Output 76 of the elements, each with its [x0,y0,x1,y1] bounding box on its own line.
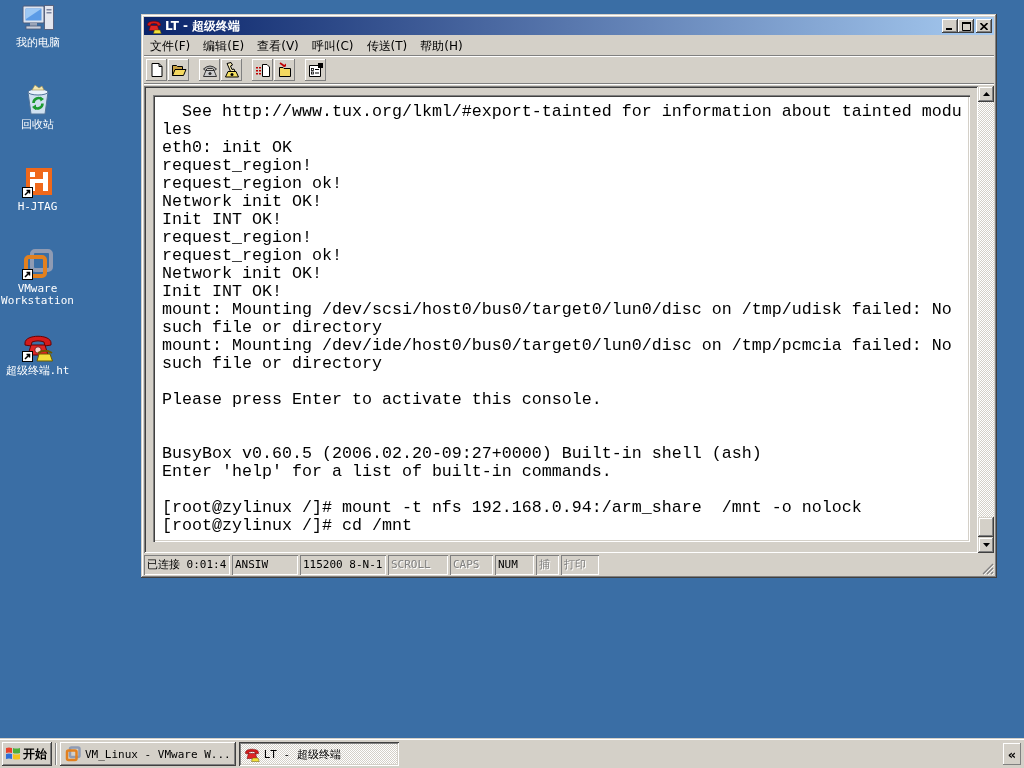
properties-button[interactable] [305,59,326,81]
taskbar-button[interactable]: VM_Linux - VMware W... [60,742,236,766]
status-panel: 捕 [536,555,559,575]
menu-item[interactable]: 呼叫(C) [311,38,354,54]
terminal-line: Network init OK! [162,193,323,211]
terminal-line: mount: Mounting /dev/scsi/host0/bus0/target0/lun0/disc on /tmp/udisk failed: No [162,301,953,319]
document-icon [254,62,271,78]
desktop-icon-label[interactable]: 我的电脑 [0,37,75,49]
menu-item[interactable]: 文件(F) [150,38,191,54]
scroll-up-button[interactable] [978,86,994,102]
resize-grip-icon[interactable] [982,563,994,575]
telephone-icon [201,62,218,78]
menu-item[interactable]: 查看(V) [257,38,299,54]
down-arrow-icon [982,543,990,547]
overlapping-squares-icon[interactable] [21,248,54,280]
terminal-line: such file or directory [162,355,383,373]
maximize-button[interactable] [958,19,974,33]
terminal-line: [root@zylinux /]# mount -t nfs 192.168.0.94:/arm_share /mnt -o nolock [162,499,863,517]
document-icon [148,62,165,78]
new-button[interactable] [146,59,167,81]
telephone-icon[interactable] [146,18,162,34]
disconnect-button[interactable] [221,59,242,81]
terminal-line: Please press Enter to activate this console. [162,391,603,409]
terminal-line: les [162,121,193,139]
terminal-line: See http://www.tux.org/lkml/#export-tainted for information about tainted modu [181,103,963,121]
close-icon [980,22,988,30]
desktop-icon-label[interactable]: H-JTAG [0,201,75,213]
menu-item[interactable]: 帮助(H) [420,38,463,54]
terminal-line: [root@zylinux /]# cd /mnt [162,517,413,535]
send-file-button[interactable] [252,59,273,81]
desktop-icon-label[interactable]: 超级终端.ht [0,365,75,377]
desktop-icon-label[interactable]: 回收站 [0,119,75,131]
minimize-icon [946,28,952,30]
overlapping-squares-icon [65,746,81,762]
folder-icon [276,62,293,78]
terminal-line: request_region ok! [162,247,343,265]
terminal-line: eth0: init OK [162,139,293,157]
menu-item[interactable]: 传送(T) [366,38,408,54]
taskbar-button[interactable]: LT - 超级终端 [238,742,399,766]
status-panel: NUM [495,555,534,575]
terminal-line: Init INT OK! [162,283,283,301]
terminal-line: request_region ok! [162,175,343,193]
windows-flag-icon [5,746,21,762]
receive-file-button[interactable] [274,59,295,81]
open-button[interactable] [168,59,189,81]
terminal-line: mount: Mounting /dev/ide/host0/bus0/target0/lun0/disc on /tmp/pcmcia failed: No [162,337,953,355]
menu-item[interactable]: 编辑(E) [203,38,245,54]
minimize-button[interactable] [942,19,958,33]
status-panel: CAPS [450,555,493,575]
terminal-line: BusyBox v0.60.5 (2006.02.20-09:27+0000) Built-in shell (ash) [162,445,763,463]
maximize-icon [961,21,971,31]
terminal-line: Network init OK! [162,265,323,283]
terminal-line: such file or directory [162,319,383,337]
status-panel: 打印 [561,555,599,575]
telephone-icon [243,746,260,762]
status-panel: 115200 8-N-1 [300,555,386,575]
terminal-line: Init INT OK! [162,211,283,229]
telephone-icon [223,62,240,78]
block-logo-icon[interactable] [21,166,54,198]
terminal-line: request_region! [162,157,313,175]
terminal-screen[interactable] [153,95,970,542]
close-button[interactable] [976,19,992,33]
form-icon [307,62,324,78]
scrollbar-thumb[interactable] [978,517,994,537]
desktop-icon-label[interactable]: VMware Workstation [0,283,75,307]
open-folder-icon [170,62,187,78]
status-panel: ANSIW [232,555,298,575]
terminal-line: request_region! [162,229,313,247]
start-button[interactable]: 开始 [2,742,52,766]
scroll-down-button[interactable] [978,537,994,553]
status-panel: SCROLL [388,555,448,575]
tray-expand-button[interactable]: « [1003,743,1021,765]
status-panel: 已连接 0:01:4 [144,555,230,575]
terminal-line: Enter 'help' for a list of built-in commands. [162,463,613,481]
up-arrow-icon [982,92,990,96]
window-title: LT - 超级终端 [165,17,241,35]
